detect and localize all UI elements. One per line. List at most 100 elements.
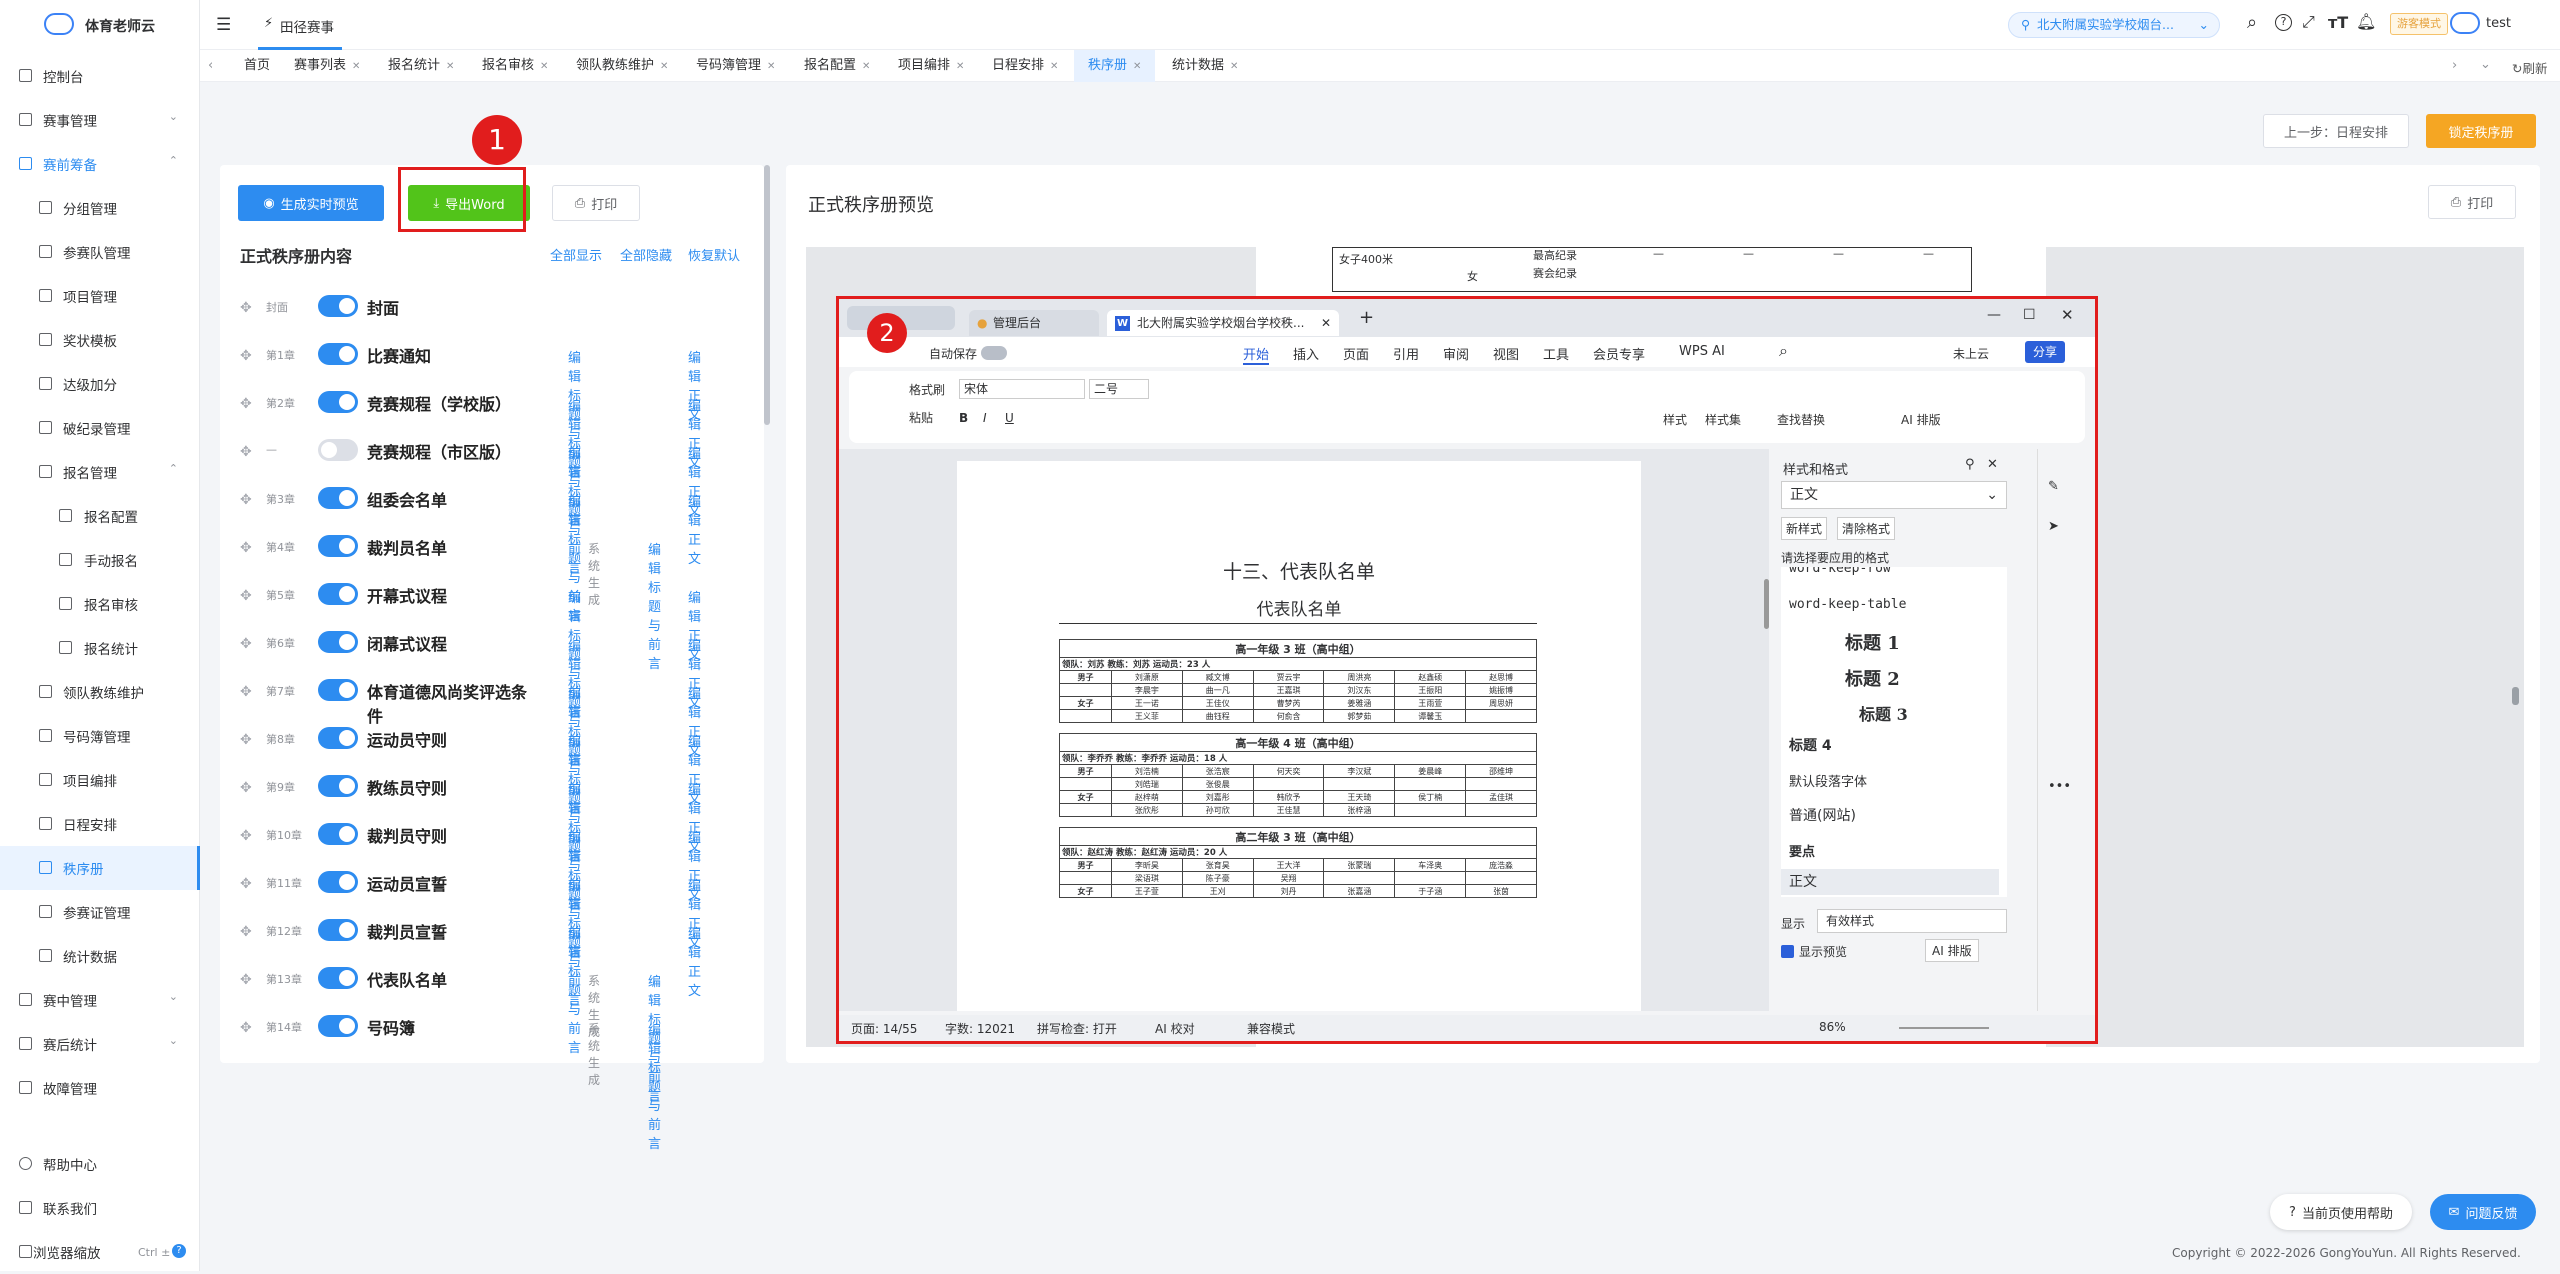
sidebar-item-groups[interactable]: 分组管理 [0, 186, 200, 230]
panel-scrollbar[interactable] [764, 165, 770, 425]
wps-tab-document[interactable]: W 北大附属实验学校烟台学校秩... ✕ [1107, 310, 1339, 336]
close-icon[interactable]: ✕ [540, 61, 548, 72]
drag-handle-icon[interactable]: ✥ [240, 636, 252, 652]
drag-handle-icon[interactable]: ✥ [240, 684, 252, 700]
bold-button[interactable]: B [959, 411, 968, 425]
page-help-button[interactable]: ? 当前页使用帮助 [2270, 1194, 2412, 1230]
sidebar-item-event-mgmt[interactable]: 赛事管理 ⌄ [0, 98, 200, 142]
edit-title-link[interactable]: 编辑标题与前言 [568, 923, 581, 1056]
current-style-select[interactable]: 正文 ⌄ [1781, 481, 2007, 509]
wps-tab-admin[interactable]: ● 管理后台 [969, 310, 1099, 336]
tag-event-list[interactable]: 赛事列表 ✕ [288, 50, 366, 82]
style-item[interactable]: 标题 4 [1789, 735, 1832, 755]
window-close[interactable]: ✕ [2061, 306, 2074, 324]
font-size-select[interactable]: 二号 [1089, 379, 1149, 399]
font-select[interactable]: 宋体 [959, 379, 1085, 399]
clear-format-button[interactable]: 清除格式 [1837, 517, 1896, 540]
menu-page[interactable]: 页面 [1343, 344, 1369, 363]
close-icon[interactable]: ✕ [956, 61, 964, 72]
window-minimize[interactable]: — [1987, 307, 2001, 323]
chapter-toggle[interactable] [318, 679, 358, 701]
tag-order-book[interactable]: 秩序册 ✕ [1074, 50, 1156, 82]
edit-pen-icon[interactable]: ✎ [2048, 479, 2059, 494]
style-item[interactable]: 标题 3 [1859, 701, 1908, 725]
ai-layout-button[interactable]: AI 排版 [1901, 411, 1941, 428]
drag-handle-icon[interactable]: ✥ [240, 348, 252, 364]
drag-handle-icon[interactable]: ✥ [240, 876, 252, 892]
close-icon[interactable]: ✕ [660, 61, 668, 72]
hide-all-link[interactable]: 全部隐藏 [620, 245, 672, 264]
cursor-icon[interactable]: ➤ [2048, 519, 2059, 534]
drag-handle-icon[interactable]: ✥ [240, 972, 252, 988]
drag-handle-icon[interactable]: ✥ [240, 492, 252, 508]
more-icon[interactable]: ••• [2048, 779, 2071, 794]
spell-check[interactable]: 拼写检查: 打开 [1037, 1020, 1117, 1037]
zoom-slider[interactable] [1899, 1027, 1989, 1029]
preview-checkbox[interactable] [1781, 945, 1794, 958]
lock-order-book-button[interactable]: 锁定秩序册 [2426, 114, 2536, 148]
zoom-level[interactable]: 86% [1819, 1020, 1846, 1034]
preview-scrollbar[interactable] [2512, 687, 2519, 705]
restore-default-link[interactable]: 恢复默认 [688, 245, 740, 264]
italic-button[interactable]: I [983, 411, 987, 425]
drag-handle-icon[interactable]: ✥ [240, 444, 252, 460]
menu-start[interactable]: 开始 [1243, 344, 1270, 365]
browser-zoom[interactable]: 浏览器缩放 Ctrl ±? [0, 1230, 200, 1274]
close-icon[interactable]: ✕ [1230, 61, 1238, 72]
avatar[interactable] [2450, 12, 2480, 34]
ai-check[interactable]: AI 校对 [1155, 1020, 1195, 1037]
paste-button[interactable]: 粘贴 [909, 409, 933, 426]
cloud-status[interactable]: 未上云 [1953, 345, 1989, 362]
show-select[interactable]: 有效样式 [1817, 909, 2007, 933]
autosave-toggle[interactable] [981, 346, 1007, 360]
menu-member[interactable]: 会员专享 [1593, 344, 1645, 363]
contact-link[interactable]: 联系我们 [0, 1186, 200, 1230]
help-center-link[interactable]: 帮助中心 [0, 1142, 200, 1186]
search-icon[interactable]: ⌕ [1779, 341, 1788, 361]
chapter-toggle[interactable] [318, 967, 358, 989]
menu-review[interactable]: 审阅 [1443, 344, 1469, 363]
underline-button[interactable]: U [1005, 411, 1014, 425]
style-set-button[interactable]: 样式集 [1705, 411, 1741, 428]
close-icon[interactable]: ✕ [1133, 61, 1141, 72]
preview-print-button[interactable]: ⎙ 打印 [2428, 185, 2516, 219]
format-painter-button[interactable]: 格式刷 [909, 381, 945, 398]
font-size-icon[interactable]: ᴛT [2328, 13, 2348, 32]
edit-title-link[interactable]: 编辑标题与前言 [648, 1019, 661, 1152]
chapter-toggle[interactable] [318, 1015, 358, 1037]
find-replace-button[interactable]: 查找替换 [1777, 411, 1825, 428]
close-icon[interactable]: ✕ [1050, 61, 1058, 72]
new-tab-icon[interactable]: + [1359, 307, 1374, 328]
style-item[interactable]: word-keep-row [1789, 567, 1891, 576]
tag-stats[interactable]: 统计数据 ✕ [1166, 50, 1244, 82]
style-item[interactable]: 普通(网站) [1789, 805, 1856, 825]
close-icon[interactable]: ✕ [352, 61, 360, 72]
style-item[interactable]: 要点 [1789, 841, 1815, 860]
style-item[interactable]: 标题 1 [1845, 629, 1900, 655]
drag-handle-icon[interactable]: ✥ [240, 396, 252, 412]
drag-handle-icon[interactable]: ✥ [240, 924, 252, 940]
chapter-toggle[interactable] [318, 919, 358, 941]
chapter-toggle[interactable] [318, 727, 358, 749]
chapter-toggle[interactable] [318, 631, 358, 653]
tag-schedule[interactable]: 日程安排 ✕ [986, 50, 1064, 82]
style-item[interactable]: word-keep-table [1789, 597, 1906, 612]
menu-tools[interactable]: 工具 [1543, 344, 1569, 363]
sidebar-item-faults[interactable]: 故障管理 [0, 1066, 200, 1110]
tag-coaches[interactable]: 领队教练维护 ✕ [570, 50, 674, 82]
tag-arrangement[interactable]: 项目编排 ✕ [892, 50, 970, 82]
chapter-toggle[interactable] [318, 775, 358, 797]
share-button[interactable]: 分享 [2025, 341, 2066, 363]
styles-button[interactable]: 样式 [1663, 411, 1687, 428]
menu-view[interactable]: 视图 [1493, 344, 1519, 363]
ai-layout-pane-button[interactable]: AI 排版 [1925, 939, 1979, 962]
drag-handle-icon[interactable]: ✥ [240, 828, 252, 844]
chapter-toggle[interactable] [318, 439, 358, 461]
chapter-toggle[interactable] [318, 583, 358, 605]
sidebar-item-dashboard[interactable]: 控制台 [0, 54, 200, 98]
sidebar-item-prep[interactable]: 赛前筹备 ⌃ [0, 142, 200, 186]
sidebar-item-teams[interactable]: 参赛队管理 [0, 230, 200, 274]
doc-scrollbar[interactable] [1764, 579, 1769, 629]
close-icon[interactable]: ✕ [1321, 310, 1331, 336]
style-item[interactable]: 标题 2 [1845, 665, 1900, 691]
